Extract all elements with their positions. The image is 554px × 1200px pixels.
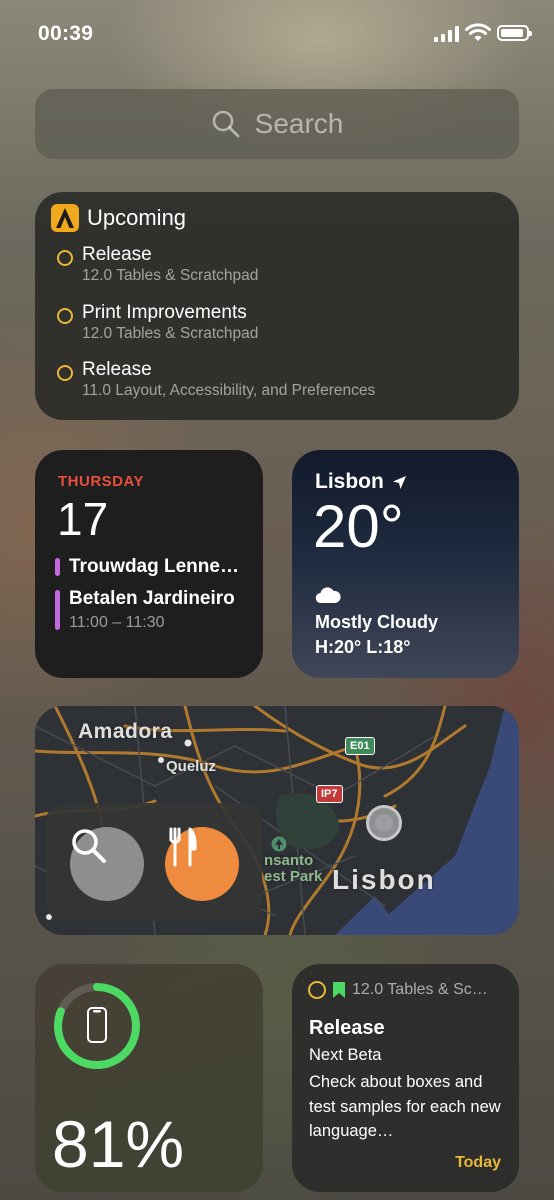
- search-placeholder: Search: [254, 108, 344, 139]
- iphone-icon: [87, 1007, 107, 1043]
- weather-location: Lisbon: [315, 470, 407, 494]
- cellular-signal-icon: [434, 26, 459, 42]
- map-restaurants-button[interactable]: [165, 827, 239, 901]
- battery-percentage: 81%: [52, 1107, 185, 1181]
- map-label-amadora: Amadora: [78, 720, 173, 743]
- road-shield-e01: E01: [345, 737, 375, 755]
- weather-high-low: H:20° L:18°: [315, 637, 411, 657]
- wifi-icon: [465, 23, 491, 41]
- battery-status-icon: [497, 25, 532, 41]
- bookmark-icon: [333, 982, 345, 998]
- search-icon: [72, 829, 106, 863]
- reminder-widget[interactable]: 12.0 Tables & Sc… Release Next Beta Chec…: [292, 964, 519, 1192]
- weather-city: Lisbon: [315, 470, 384, 493]
- reminder-due-date: Today: [455, 1154, 501, 1171]
- upcoming-item-subtitle: 12.0 Tables & Scratchpad: [82, 267, 259, 284]
- search-field[interactable]: Search: [35, 89, 519, 159]
- upcoming-title: Upcoming: [87, 205, 187, 230]
- checkbox-circle-icon[interactable]: [57, 365, 73, 381]
- upcoming-item-subtitle: 12.0 Tables & Scratchpad: [82, 325, 259, 342]
- maps-widget[interactable]: Amadora Queluz nsanto est Park Lisbon E0…: [35, 706, 519, 935]
- calendar-event[interactable]: Trouwdag Lenne…: [55, 556, 239, 578]
- reminder-note: Check about boxes and test samples for e…: [309, 1073, 501, 1140]
- cloud-icon: [315, 587, 341, 604]
- map-search-button[interactable]: [70, 827, 144, 901]
- calendar-event[interactable]: Betalen Jardineiro 11:00 – 11:30: [55, 588, 235, 632]
- weather-temperature: 20°: [313, 493, 404, 560]
- upcoming-item-title: Release: [82, 359, 152, 380]
- upcoming-item-title: Release: [82, 244, 152, 265]
- weather-widget[interactable]: Lisbon 20° Mostly Cloudy H:20° L:18°: [292, 450, 519, 678]
- checkbox-circle-icon[interactable]: [57, 250, 73, 266]
- map-label-lisbon: Lisbon: [332, 864, 436, 895]
- map-label-queluz: Queluz: [166, 758, 217, 775]
- reminder-subtitle: Next Beta: [309, 1046, 382, 1064]
- checkbox-circle-icon[interactable]: [57, 308, 73, 324]
- reminder-title: Release: [309, 1017, 385, 1039]
- map-label-monsanto: nsanto: [264, 852, 314, 869]
- batteries-widget[interactable]: 81%: [35, 964, 263, 1192]
- map-actions-panel: [46, 803, 262, 921]
- location-arrow-icon: [392, 475, 406, 489]
- map-label-forest-park: est Park: [264, 868, 323, 885]
- reminder-header: 12.0 Tables & Sc…: [308, 981, 488, 999]
- current-location-marker: [366, 805, 402, 841]
- upcoming-item-title: Print Improvements: [82, 302, 247, 323]
- checkbox-circle-icon[interactable]: [308, 981, 326, 999]
- calendar-event-title: Trouwdag Lenne…: [69, 556, 239, 577]
- status-time: 00:39: [38, 22, 94, 45]
- battery-ring: [54, 983, 140, 1069]
- upcoming-widget[interactable]: Upcoming Release 12.0 Tables & Scratchpa…: [35, 192, 519, 420]
- calendar-date: 17: [57, 493, 109, 545]
- status-bar: 00:39: [0, 0, 554, 70]
- fork-knife-icon: [169, 827, 197, 867]
- park-icon: [271, 836, 287, 852]
- calendar-weekday: THURSDAY: [58, 473, 144, 490]
- search-icon: [212, 110, 240, 138]
- road-shield-ip7: IP7: [316, 785, 343, 803]
- calendar-event-title: Betalen Jardineiro: [69, 588, 235, 609]
- app-logo-icon: [51, 204, 79, 232]
- calendar-event-time: 11:00 – 11:30: [69, 614, 165, 631]
- upcoming-header: Upcoming: [51, 204, 186, 232]
- calendar-widget[interactable]: THURSDAY 17 Trouwdag Lenne… Betalen Jard…: [35, 450, 263, 678]
- upcoming-item-subtitle: 11.0 Layout, Accessibility, and Preferen…: [82, 382, 376, 399]
- reminder-list-name: 12.0 Tables & Sc…: [352, 981, 488, 998]
- weather-condition: Mostly Cloudy: [315, 612, 439, 632]
